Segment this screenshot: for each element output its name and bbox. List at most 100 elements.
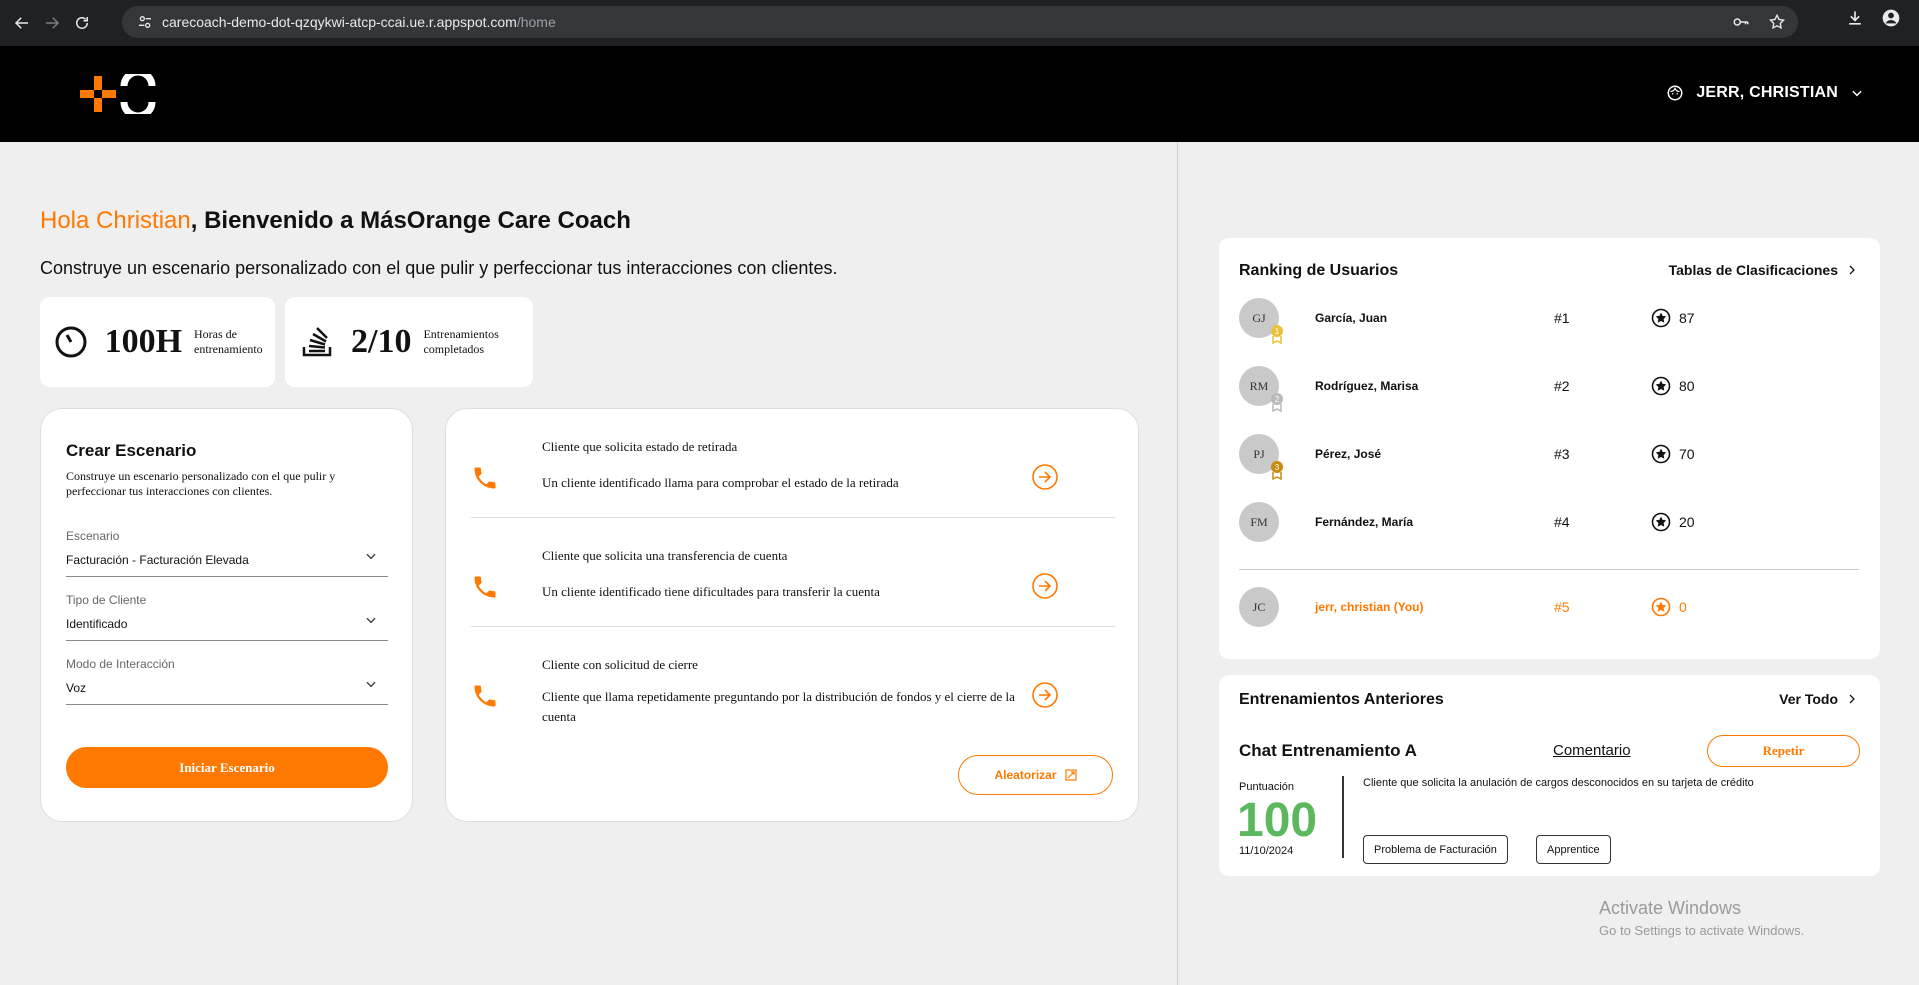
star-badge-icon: [1651, 597, 1671, 617]
svg-text:3: 3: [1275, 463, 1280, 472]
ranking-position: #5: [1554, 599, 1570, 615]
phone-icon: [474, 576, 496, 598]
ranking-score: 20: [1679, 514, 1695, 530]
reload-button[interactable]: [68, 9, 96, 37]
chevron-right-icon: [1849, 265, 1855, 275]
ranking-score: 87: [1679, 310, 1695, 326]
star-badge-icon: [1651, 376, 1671, 396]
tag-chip[interactable]: Problema de Facturación: [1363, 835, 1508, 864]
create-scenario-title: Crear Escenario: [66, 441, 197, 460]
client-type-select[interactable]: Tipo de Cliente Identificado: [66, 593, 388, 641]
scenario-title: Cliente que solicita estado de retirada: [542, 439, 738, 454]
field-value: Identificado: [66, 617, 128, 631]
forward-button[interactable]: [38, 9, 66, 37]
url-host: carecoach-demo-dot-qzqykwi-atcp-ccai.ue.…: [162, 14, 517, 30]
repeat-button[interactable]: Repetir: [1707, 735, 1860, 767]
training-date: 11/10/2024: [1239, 845, 1294, 857]
scenario-list-card: Cliente que solicita estado de retirada …: [445, 408, 1139, 822]
start-scenario-button[interactable]: Iniciar Escenario: [66, 747, 388, 788]
arrow-circle-right-icon[interactable]: [1031, 572, 1059, 600]
bookmark-star-icon[interactable]: [1768, 13, 1786, 31]
ranking-row: PJ 3 Pérez, José #3 70: [1239, 434, 1859, 480]
ranking-position: #3: [1554, 446, 1570, 462]
field-label: Tipo de Cliente: [66, 593, 147, 607]
windows-activation-watermark: Activate Windows Go to Settings to activ…: [1599, 898, 1804, 938]
medal-gold-icon: 1: [1271, 325, 1283, 344]
leaderboards-link[interactable]: Tablas de Clasificaciones: [1669, 262, 1858, 278]
profile-icon[interactable]: [1881, 8, 1901, 28]
view-all-link[interactable]: Ver Todo: [1779, 691, 1858, 707]
user-name: JERR, CHRISTIAN: [1696, 84, 1838, 101]
reload-icon: [76, 17, 88, 29]
medal-silver-icon: 2: [1271, 393, 1283, 412]
scenario-separator: [471, 517, 1115, 518]
chevron-down-icon: [1852, 90, 1862, 97]
clock-icon: [52, 322, 91, 362]
interaction-mode-select[interactable]: Modo de Interacción Voz: [66, 657, 388, 705]
arrow-left-icon: [14, 17, 28, 29]
url-path: /home: [516, 14, 556, 30]
ranking-position: #2: [1554, 378, 1570, 394]
create-scenario-description: Construye un escenario personalizado con…: [66, 469, 336, 498]
medal-bronze-icon: 3: [1271, 461, 1283, 480]
scenario-item[interactable]: Cliente que solicita una transferencia d…: [471, 548, 1115, 628]
tune-icon: [139, 15, 151, 28]
arrow-circle-right-icon[interactable]: [1031, 463, 1059, 491]
column-divider: [1177, 142, 1178, 985]
url-text: carecoach-demo-dot-qzqykwi-atcp-ccai.ue.…: [162, 14, 556, 30]
star-badge-icon: [1651, 308, 1671, 328]
ranking-score: 80: [1679, 378, 1695, 394]
masorange-logo[interactable]: [78, 74, 158, 114]
scenario-title: Cliente que solicita una transferencia d…: [542, 548, 788, 563]
back-button[interactable]: [8, 9, 36, 37]
scenario-item[interactable]: Cliente con solicitud de cierre Cliente …: [471, 657, 1115, 737]
arrow-circle-right-icon[interactable]: [1031, 681, 1059, 709]
phone-icon: [474, 685, 496, 707]
ranking-card: Ranking de Usuarios Tablas de Clasificac…: [1219, 238, 1880, 659]
ranking-score: 0: [1679, 599, 1687, 615]
key-icon[interactable]: [1732, 13, 1750, 31]
arrow-right-icon: [46, 17, 60, 29]
training-description: Cliente que solicita la anulación de car…: [1363, 777, 1754, 789]
view-all-label: Ver Todo: [1779, 691, 1838, 707]
watermark-title: Activate Windows: [1599, 898, 1742, 918]
ranking-name: Rodríguez, Marisa: [1315, 379, 1419, 393]
ranking-name: Pérez, José: [1315, 447, 1382, 461]
field-label: Modo de Interacción: [66, 657, 175, 671]
ranking-name: García, Juan: [1315, 311, 1388, 325]
scenario-item[interactable]: Cliente que solicita estado de retirada …: [471, 439, 1115, 519]
ranking-separator: [1239, 569, 1859, 570]
field-value: Voz: [66, 681, 87, 695]
shuffle-icon: [1064, 769, 1077, 781]
comment-link[interactable]: Comentario: [1553, 742, 1631, 759]
stat-card-trainings: 2/10 Entrenamientos completados: [285, 297, 533, 387]
site-info-button[interactable]: [128, 6, 162, 38]
score-divider: [1342, 776, 1344, 858]
randomize-button[interactable]: Aleatorizar: [958, 755, 1113, 795]
scenario-title: Cliente con solicitud de cierre: [542, 657, 698, 672]
scenario-select[interactable]: Escenario Facturación - Facturación Elev…: [66, 529, 388, 577]
download-icon[interactable]: [1845, 8, 1865, 28]
score-label: Puntuación: [1239, 781, 1295, 793]
ranking-position: #1: [1554, 310, 1570, 326]
phone-icon: [474, 467, 496, 489]
svg-text:1: 1: [1275, 327, 1280, 336]
user-face-icon: [1667, 85, 1683, 101]
address-bar[interactable]: carecoach-demo-dot-qzqykwi-atcp-ccai.ue.…: [122, 6, 1798, 38]
field-value: Facturación - Facturación Elevada: [66, 553, 249, 567]
score-value: 100: [1237, 794, 1318, 847]
svg-text:2: 2: [1275, 395, 1280, 404]
star-badge-icon: [1651, 444, 1671, 464]
chevron-right-icon: [1849, 694, 1855, 704]
user-menu[interactable]: JERR, CHRISTIAN: [1666, 84, 1864, 102]
welcome-rest: , Bienvenido a MásOrange Care Coach: [190, 207, 631, 234]
chevron-down-icon: [366, 617, 376, 624]
ranking-score: 70: [1679, 446, 1695, 462]
stat-label: Entrenamientos completados: [423, 327, 499, 356]
app-header: JERR, CHRISTIAN: [0, 46, 1919, 142]
training-title: Chat Entrenamiento A: [1239, 741, 1417, 760]
stat-card-hours: 100H Horas de entrenamiento: [40, 297, 275, 387]
browser-toolbar: carecoach-demo-dot-qzqykwi-atcp-ccai.ue.…: [0, 0, 1919, 46]
tag-chip[interactable]: Apprentice: [1536, 835, 1611, 864]
ranking-row: RM 2 Rodríguez, Marisa #2 80: [1239, 366, 1859, 412]
